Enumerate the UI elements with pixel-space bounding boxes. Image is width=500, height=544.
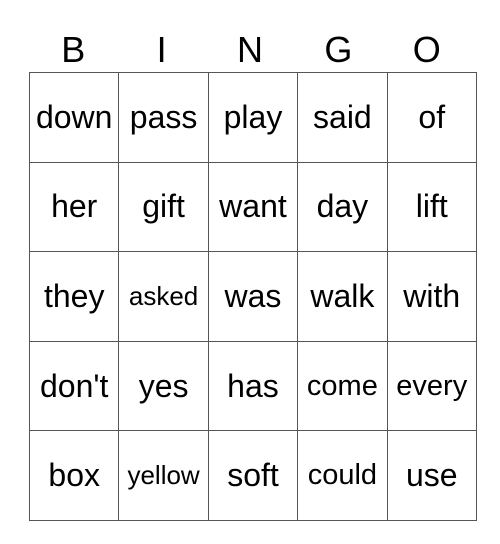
bingo-cell: has bbox=[207, 340, 299, 432]
header-letter-i: I bbox=[156, 29, 167, 70]
bingo-cell: want bbox=[207, 161, 299, 253]
bingo-cell: day bbox=[297, 161, 388, 253]
bingo-cell: of bbox=[386, 72, 477, 163]
grid-row: down pass play said of bbox=[28, 72, 477, 163]
grid-row: don't yes has come every bbox=[28, 340, 477, 432]
grid-row: they asked was walk with bbox=[28, 251, 477, 342]
bingo-grid: down pass play said of her gift want day… bbox=[28, 72, 477, 521]
bingo-cell: play bbox=[207, 72, 299, 163]
bingo-cell: with bbox=[386, 251, 477, 342]
bingo-cell: use bbox=[386, 430, 477, 521]
bingo-cell: they bbox=[28, 251, 120, 342]
bingo-cell: come bbox=[297, 340, 388, 432]
header-letter-b: B bbox=[61, 29, 86, 70]
bingo-cell: yes bbox=[118, 340, 209, 432]
bingo-cell: pass bbox=[118, 72, 209, 163]
bingo-cell: every bbox=[386, 340, 477, 432]
bingo-cell: don't bbox=[28, 340, 120, 432]
bingo-cell: gift bbox=[118, 161, 209, 253]
bingo-header: B I N G O bbox=[29, 28, 471, 72]
bingo-cell: box bbox=[28, 430, 120, 521]
header-letter-g: G bbox=[324, 29, 353, 70]
bingo-cell: soft bbox=[207, 430, 299, 521]
bingo-cell: her bbox=[28, 161, 120, 253]
bingo-cell: yellow bbox=[118, 430, 209, 521]
bingo-cell: asked bbox=[118, 251, 209, 342]
bingo-cell: said bbox=[297, 72, 388, 163]
header-letter-n: N bbox=[236, 29, 263, 70]
header-letter-o: O bbox=[412, 29, 441, 70]
bingo-cell: lift bbox=[386, 161, 477, 253]
bingo-cell: down bbox=[28, 72, 120, 163]
grid-row: box yellow soft could use bbox=[28, 430, 477, 521]
bingo-cell: could bbox=[297, 430, 388, 521]
grid-row: her gift want day lift bbox=[28, 161, 477, 253]
bingo-cell: walk bbox=[297, 251, 388, 342]
bingo-cell: was bbox=[207, 251, 299, 342]
